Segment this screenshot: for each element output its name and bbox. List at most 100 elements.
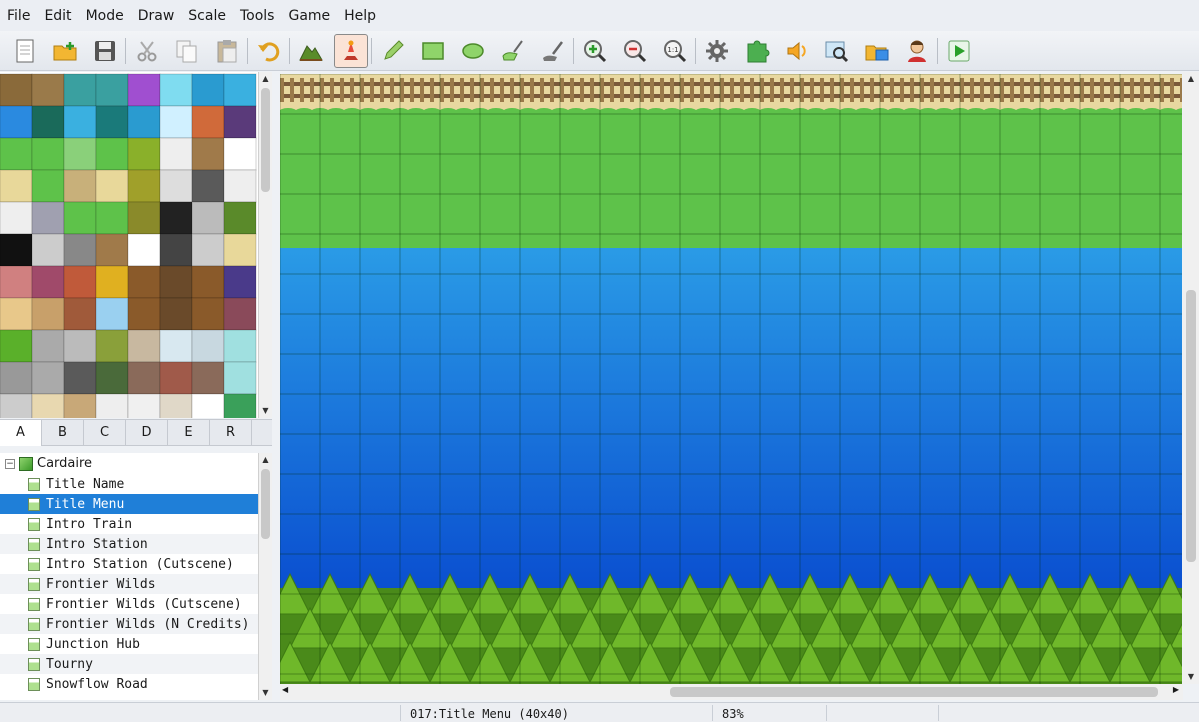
palette-tile[interactable] (63, 233, 97, 267)
scroll-down-arrow-icon[interactable]: ▼ (259, 686, 272, 700)
palette-tile[interactable] (223, 265, 257, 299)
palette-scrollbar[interactable]: ▲ ▼ (258, 72, 272, 418)
palette-scroll-thumb[interactable] (261, 88, 270, 192)
scroll-right-arrow-icon[interactable]: ▶ (1173, 685, 1179, 694)
palette-tile[interactable] (63, 169, 97, 203)
map-tree-item[interactable]: Frontier Wilds (0, 574, 258, 594)
palette-tile[interactable] (159, 393, 193, 418)
scroll-down-arrow-icon[interactable]: ▼ (259, 404, 272, 418)
map-horizontal-scrollbar[interactable]: ◀ ▶ (280, 684, 1183, 700)
scroll-down-arrow-icon[interactable]: ▼ (1183, 670, 1199, 684)
tab-r[interactable]: R (210, 420, 252, 446)
pencil-button[interactable] (376, 34, 410, 68)
tab-c[interactable]: C (84, 420, 126, 446)
palette-tile[interactable] (0, 233, 33, 267)
menu-tools[interactable]: Tools (233, 0, 282, 31)
palette-tile[interactable] (159, 105, 193, 139)
palette-tile[interactable] (0, 329, 33, 363)
cut-button[interactable] (130, 34, 164, 68)
paste-button[interactable] (210, 34, 244, 68)
palette-tile[interactable] (63, 201, 97, 235)
tree-root-project[interactable]: − Cardaire (0, 453, 258, 474)
palette-tile[interactable] (191, 105, 225, 139)
palette-tile[interactable] (95, 105, 129, 139)
palette-tile[interactable] (63, 393, 97, 418)
palette-tile[interactable] (127, 105, 161, 139)
palette-tile[interactable] (31, 137, 65, 171)
palette-tile[interactable] (0, 265, 33, 299)
save-button[interactable] (88, 34, 122, 68)
palette-tile[interactable] (223, 105, 257, 139)
tile-palette[interactable] (0, 72, 258, 418)
palette-tile[interactable] (127, 201, 161, 235)
palette-tile[interactable] (191, 329, 225, 363)
palette-tile[interactable] (223, 201, 257, 235)
tree-scroll-thumb[interactable] (261, 469, 270, 539)
tab-b[interactable]: B (42, 420, 84, 446)
map-tree-item[interactable]: Tourny (0, 654, 258, 674)
rectangle-button[interactable] (416, 34, 450, 68)
palette-tile[interactable] (31, 233, 65, 267)
palette-tile[interactable] (191, 73, 225, 107)
menu-scale[interactable]: Scale (181, 0, 233, 31)
palette-tile[interactable] (63, 265, 97, 299)
palette-tile[interactable] (0, 169, 33, 203)
palette-tile[interactable] (159, 169, 193, 203)
collapse-icon[interactable]: − (5, 458, 15, 469)
palette-tile[interactable] (95, 265, 129, 299)
map-canvas[interactable] (280, 74, 1182, 684)
palette-tile[interactable] (191, 137, 225, 171)
palette-tile[interactable] (159, 329, 193, 363)
scroll-left-arrow-icon[interactable]: ◀ (282, 685, 288, 694)
palette-tile[interactable] (31, 73, 65, 107)
palette-tile[interactable] (127, 329, 161, 363)
palette-tile[interactable] (127, 361, 161, 395)
zoom-out-button[interactable] (618, 34, 652, 68)
new-project-button[interactable] (8, 34, 42, 68)
map-tree-item[interactable]: Intro Station (0, 534, 258, 554)
palette-tile[interactable] (223, 361, 257, 395)
palette-tile[interactable] (159, 137, 193, 171)
palette-tile[interactable] (95, 169, 129, 203)
palette-tile[interactable] (191, 169, 225, 203)
map-tree-item[interactable]: Junction Hub (0, 634, 258, 654)
palette-tile[interactable] (31, 393, 65, 418)
map-hscroll-thumb[interactable] (670, 687, 1158, 697)
palette-tile[interactable] (159, 201, 193, 235)
palette-tile[interactable] (223, 329, 257, 363)
palette-tile[interactable] (159, 265, 193, 299)
map-tree-item[interactable]: Title Menu (0, 494, 258, 514)
palette-tile[interactable] (95, 297, 129, 331)
menu-mode[interactable]: Mode (79, 0, 131, 31)
palette-tile[interactable] (127, 73, 161, 107)
tileset-grid[interactable] (0, 72, 258, 418)
palette-tile[interactable] (31, 265, 65, 299)
scroll-up-arrow-icon[interactable]: ▲ (1183, 72, 1199, 86)
palette-tile[interactable] (159, 297, 193, 331)
palette-tile[interactable] (127, 297, 161, 331)
palette-tile[interactable] (127, 265, 161, 299)
open-project-button[interactable] (48, 34, 82, 68)
palette-tile[interactable] (95, 201, 129, 235)
copy-button[interactable] (170, 34, 204, 68)
palette-tile[interactable] (63, 297, 97, 331)
palette-tile[interactable] (127, 137, 161, 171)
palette-tile[interactable] (223, 73, 257, 107)
playtest-button[interactable] (942, 34, 976, 68)
plugin-button[interactable] (740, 34, 774, 68)
palette-tile[interactable] (159, 361, 193, 395)
tab-a[interactable]: A (0, 420, 42, 446)
select-button[interactable] (536, 34, 570, 68)
palette-tile[interactable] (223, 169, 257, 203)
map-tree-item[interactable]: Frontier Wilds (N Credits) (0, 614, 258, 634)
undo-button[interactable] (252, 34, 286, 68)
palette-tile[interactable] (31, 297, 65, 331)
map-tree-item[interactable]: Intro Train (0, 514, 258, 534)
sound-test-button[interactable] (780, 34, 814, 68)
palette-tile[interactable] (191, 393, 225, 418)
ellipse-button[interactable] (456, 34, 490, 68)
palette-tile[interactable] (0, 105, 33, 139)
menu-file[interactable]: File (0, 0, 37, 31)
tab-e[interactable]: E (168, 420, 210, 446)
palette-tile[interactable] (127, 169, 161, 203)
